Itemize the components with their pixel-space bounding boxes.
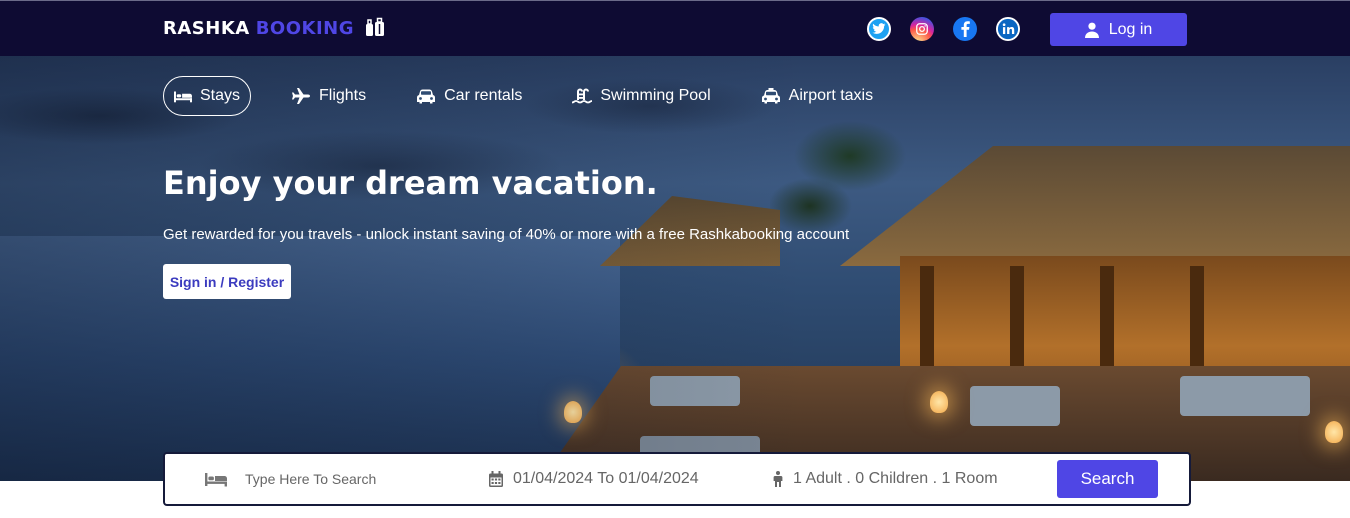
date-range-text: 01/04/2024 To 01/04/2024 xyxy=(513,470,699,487)
search-input[interactable] xyxy=(245,466,445,492)
twitter-icon[interactable] xyxy=(867,17,891,41)
hero-title: Enjoy your dream vacation. xyxy=(163,164,658,202)
tab-stays[interactable]: Stays xyxy=(163,76,251,116)
login-label: Log in xyxy=(1108,20,1153,38)
hero-subtitle: Get rewarded for you travels - unlock in… xyxy=(163,226,850,243)
tab-car-rentals[interactable]: Car rentals xyxy=(406,76,532,116)
hero-banner: Stays Flights Car rentals Swimming Pool … xyxy=(0,56,1350,481)
social-links xyxy=(867,17,1020,41)
guests-rooms-text: 1 Adult . 0 Children . 1 Room xyxy=(793,470,998,487)
brand-name-part1: RASHKA xyxy=(163,17,250,39)
tab-label: Swimming Pool xyxy=(600,87,711,104)
tab-flights[interactable]: Flights xyxy=(281,76,376,116)
brand-name-part2: BOOKING xyxy=(255,17,355,39)
date-range-picker[interactable]: 01/04/2024 To 01/04/2024 xyxy=(489,470,699,488)
bed-icon xyxy=(205,473,227,487)
tab-label: Stays xyxy=(199,87,240,104)
taxi-icon xyxy=(761,88,780,104)
tab-swimming-pool[interactable]: Swimming Pool xyxy=(562,76,720,116)
pool-ladder-icon xyxy=(572,88,593,104)
luggage-icon xyxy=(366,17,385,36)
person-icon xyxy=(773,471,783,487)
top-navbar: RASHKA BOOKING Log in xyxy=(0,0,1350,56)
search-bar: 01/04/2024 To 01/04/2024 1 Adult . 0 Chi… xyxy=(163,452,1191,506)
tab-airport-taxis[interactable]: Airport taxis xyxy=(751,76,883,116)
facebook-icon[interactable] xyxy=(953,17,977,41)
bed-icon xyxy=(174,91,192,103)
brand-logo[interactable]: RASHKA BOOKING xyxy=(163,17,386,39)
tab-label: Airport taxis xyxy=(788,87,874,104)
search-button[interactable]: Search xyxy=(1057,460,1158,498)
login-button[interactable]: Log in xyxy=(1050,13,1187,46)
calendar-icon xyxy=(489,471,503,487)
sign-in-register-button[interactable]: Sign in / Register xyxy=(163,264,291,299)
tab-label: Flights xyxy=(319,87,367,104)
category-tabs: Stays Flights Car rentals Swimming Pool … xyxy=(163,76,913,116)
plane-icon xyxy=(292,88,310,104)
car-icon xyxy=(417,89,436,104)
linkedin-icon[interactable] xyxy=(996,17,1020,41)
guests-rooms-selector[interactable]: 1 Adult . 0 Children . 1 Room xyxy=(773,470,998,488)
user-icon xyxy=(1084,22,1099,38)
tab-label: Car rentals xyxy=(444,87,523,104)
instagram-icon[interactable] xyxy=(910,17,934,41)
